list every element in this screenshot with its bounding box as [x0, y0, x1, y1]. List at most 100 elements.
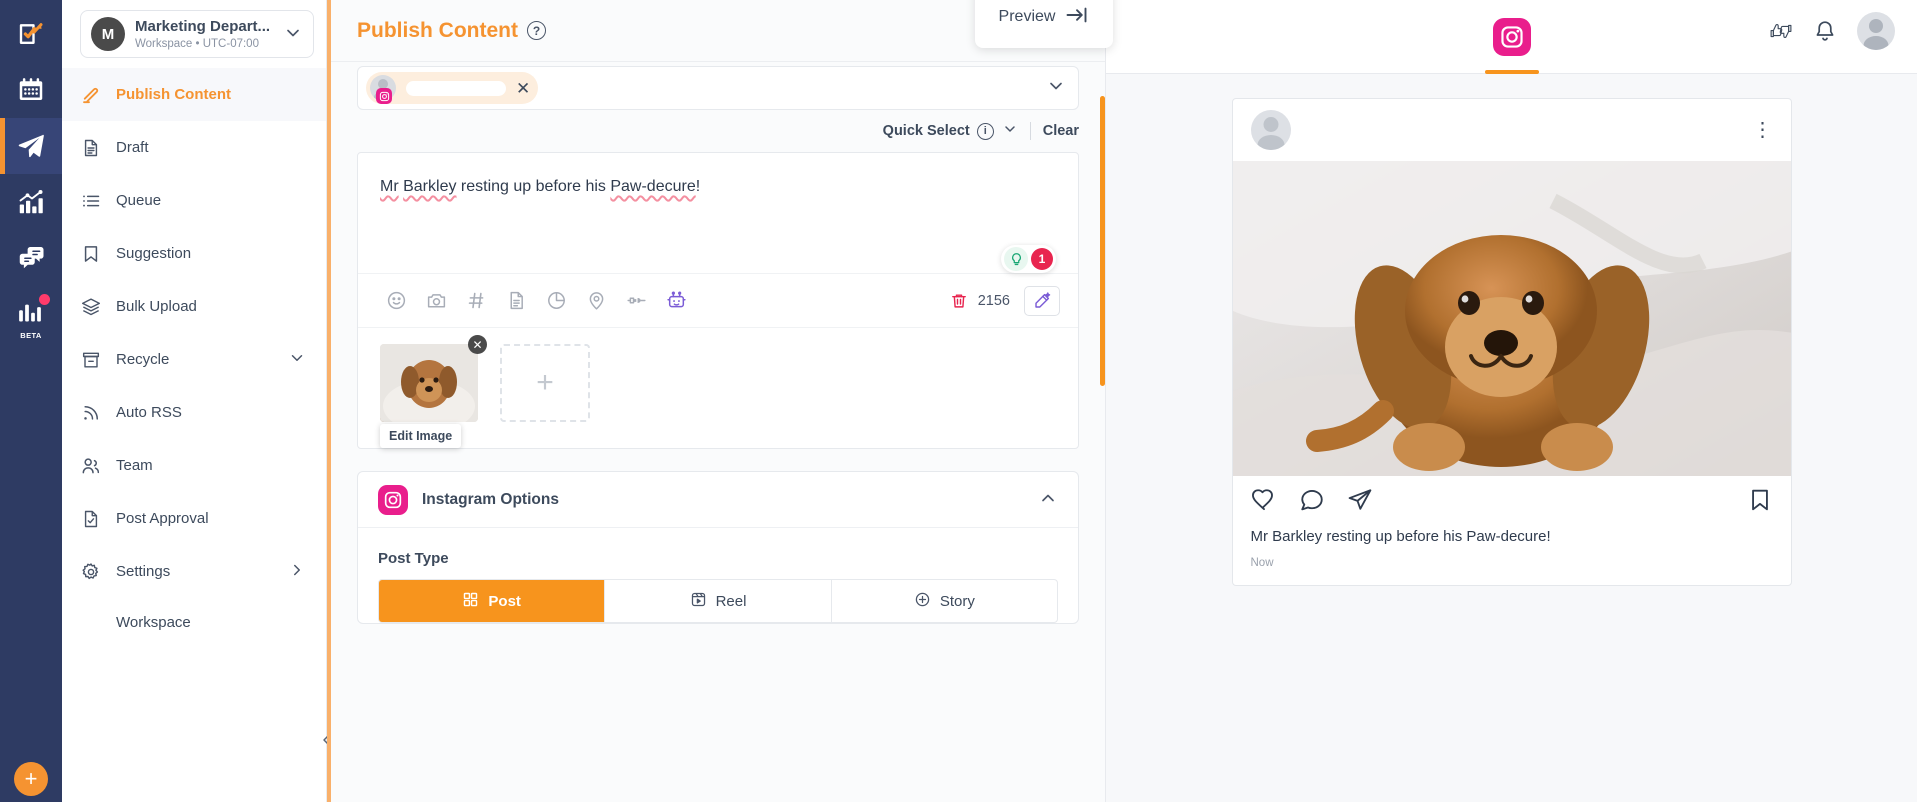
plug-icon[interactable]: [616, 281, 656, 321]
quick-select-info-icon[interactable]: i: [977, 123, 994, 140]
rail-item-calendar[interactable]: [0, 62, 62, 118]
top-bar: [1769, 0, 1917, 62]
lightbulb-icon: [1004, 247, 1028, 271]
chevron-down-icon[interactable]: [1002, 121, 1018, 141]
rail-item-analytics[interactable]: [0, 174, 62, 230]
sidebar-item-workspace[interactable]: Workspace: [62, 598, 326, 646]
instagram-options-card: Instagram Options Post Type: [357, 471, 1079, 624]
avatar: [1251, 110, 1291, 150]
sidebar-item-suggestion[interactable]: Suggestion: [62, 227, 326, 280]
rail-item-reports[interactable]: BETA: [0, 286, 62, 342]
account-selector-box[interactable]: ✕: [357, 66, 1079, 110]
character-count: 2156: [978, 293, 1010, 309]
instagram-icon: [1493, 18, 1531, 56]
comment-icon[interactable]: [1299, 487, 1325, 518]
chevron-down-icon[interactable]: [288, 349, 306, 370]
remove-media-button[interactable]: ✕: [468, 335, 487, 354]
ai-robot-icon[interactable]: [656, 281, 696, 321]
list-icon: [80, 190, 102, 212]
bell-icon[interactable]: [1813, 19, 1837, 43]
composer-scroll-area: ✕ Quick Select i Clear: [331, 62, 1105, 802]
chevron-up-icon[interactable]: [1038, 488, 1058, 512]
sidebar-item-auto-rss[interactable]: Auto RSS: [62, 386, 326, 439]
sidebar-item-label: Bulk Upload: [116, 298, 197, 315]
main-area: Publish Content ?: [327, 0, 1917, 802]
rail-item-compose[interactable]: [0, 6, 62, 62]
suggestion-hint-pill[interactable]: 1: [1001, 245, 1056, 273]
bookmark-icon[interactable]: [1747, 487, 1773, 518]
tab-label: Post: [488, 593, 521, 610]
workspace-subtitle: Workspace • UTC-07:00: [135, 38, 279, 50]
user-avatar[interactable]: [1857, 12, 1895, 50]
heart-icon[interactable]: [1251, 487, 1277, 518]
share-icon[interactable]: [1347, 487, 1373, 518]
pie-chart-icon[interactable]: [536, 281, 576, 321]
post-menu-icon[interactable]: ⋮: [1753, 124, 1773, 136]
workspace-selector[interactable]: M Marketing Depart... Workspace • UTC-07…: [80, 10, 314, 58]
sidebar-item-settings[interactable]: Settings: [62, 545, 326, 598]
add-media-button[interactable]: +: [500, 344, 590, 422]
instagram-options-header[interactable]: Instagram Options: [358, 472, 1078, 528]
remove-account-button[interactable]: ✕: [516, 80, 530, 97]
post-text-plain: resting up before his: [456, 178, 610, 195]
ai-assist-button[interactable]: [1024, 286, 1060, 316]
document-icon[interactable]: [496, 281, 536, 321]
post-editor-card: Mr Barkley resting up before his Paw-dec…: [357, 152, 1079, 449]
reel-icon: [690, 591, 707, 612]
account-name-redacted: [406, 81, 506, 96]
bookmark-icon: [80, 243, 102, 265]
beta-tag: BETA: [20, 331, 41, 340]
help-icon[interactable]: ?: [527, 21, 546, 40]
create-fab-button[interactable]: +: [14, 762, 48, 796]
tab-reel[interactable]: Reel: [605, 580, 831, 622]
sidebar-item-label: Draft: [116, 139, 149, 156]
document-icon: [80, 137, 102, 159]
camera-icon[interactable]: [416, 281, 456, 321]
hashtag-icon[interactable]: [456, 281, 496, 321]
preview-post-image: [1233, 161, 1791, 476]
sidebar-nav: Publish Content Draft: [62, 68, 326, 646]
emoji-icon[interactable]: [376, 281, 416, 321]
preview-tab-instagram[interactable]: [1473, 0, 1551, 74]
rail-item-publish[interactable]: [0, 118, 62, 174]
sidebar-item-queue[interactable]: Queue: [62, 174, 326, 227]
sidebar-item-recycle[interactable]: Recycle: [62, 333, 326, 386]
media-thumbnail[interactable]: ✕ Edit Image: [380, 344, 478, 422]
sidebar-item-publish-content[interactable]: Publish Content: [62, 68, 326, 121]
plus-icon: +: [25, 768, 38, 790]
arrow-to-right-icon: [1065, 3, 1089, 32]
post-type-tabs: Post Reel: [378, 579, 1058, 623]
sidebar-item-post-approval[interactable]: Post Approval: [62, 492, 326, 545]
location-pin-icon[interactable]: [576, 281, 616, 321]
inbox-chat-icon: [16, 243, 46, 273]
sidebar-item-bulk-upload[interactable]: Bulk Upload: [62, 280, 326, 333]
post-text-token: Barkley: [403, 178, 456, 195]
instagram-post-preview: ⋮: [1232, 98, 1792, 586]
sidebar-item-team[interactable]: Team: [62, 439, 326, 492]
approval-icon: [80, 508, 102, 530]
clear-button[interactable]: Clear: [1043, 123, 1079, 139]
chevron-down-icon[interactable]: [1046, 76, 1066, 100]
thumbs-up-down-icon[interactable]: [1769, 19, 1793, 43]
pencil-icon: [80, 84, 102, 106]
selected-account-chip[interactable]: ✕: [366, 72, 538, 104]
chevron-right-icon[interactable]: [288, 561, 306, 582]
tab-story[interactable]: Story: [832, 580, 1057, 622]
post-text-input[interactable]: Mr Barkley resting up before his Paw-dec…: [358, 153, 1078, 273]
delete-button[interactable]: [950, 292, 968, 310]
tab-label: Story: [940, 593, 975, 610]
editor-toolbar: 2156: [358, 273, 1078, 327]
media-attachments: ✕ Edit Image +: [358, 327, 1078, 448]
icon-rail: BETA +: [0, 0, 62, 802]
edit-image-tooltip[interactable]: Edit Image: [380, 424, 461, 448]
post-text-plain: !: [696, 178, 700, 195]
preview-panel: Preview: [1105, 0, 1917, 802]
rail-item-inbox[interactable]: [0, 230, 62, 286]
sidebar-item-label: Settings: [116, 563, 170, 580]
tab-post[interactable]: Post: [379, 580, 605, 622]
sidebar: M Marketing Depart... Workspace • UTC-07…: [62, 0, 327, 802]
preview-toggle-button[interactable]: Preview: [975, 0, 1113, 48]
sidebar-item-draft[interactable]: Draft: [62, 121, 326, 174]
post-text-token: Paw-decure: [610, 178, 695, 195]
analytics-icon: [16, 187, 46, 217]
